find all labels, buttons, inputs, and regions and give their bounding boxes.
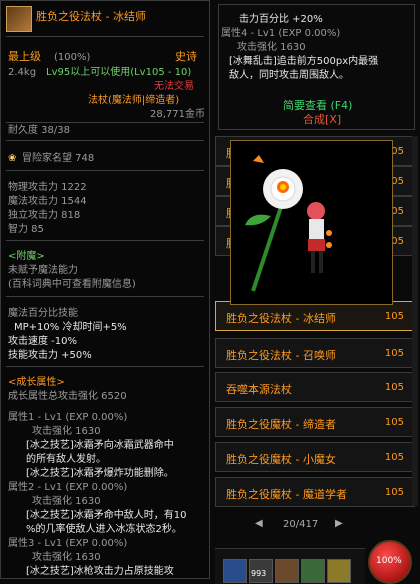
list-item[interactable]: 胜负之役法杖 - 召唤师 105 bbox=[215, 338, 415, 368]
weight: 2.4kg bbox=[8, 67, 37, 78]
growth-2-line: %的几率使敌人进入冰冻状态2秒。 bbox=[26, 524, 182, 535]
list-item[interactable]: 吞噬本源法杖 105 bbox=[215, 372, 415, 402]
skill-slot-icon[interactable] bbox=[301, 559, 325, 583]
list-item[interactable]: 胜负之役魔杖 - 缔造者 105 bbox=[215, 407, 415, 437]
prev-page-button[interactable]: ◀ bbox=[255, 518, 263, 529]
compare-line: 敌人，同时攻击周围敌人。 bbox=[229, 70, 349, 81]
usable-level: Lv95以上可以使用(Lv105 - 10) bbox=[46, 67, 192, 78]
durability: 耐久度 38/38 bbox=[8, 125, 70, 136]
growth-1-header: 属性1 - Lv1 (EXP 0.00%) bbox=[8, 412, 128, 423]
hp-percent: 100% bbox=[376, 556, 402, 566]
stat-magic: 魔法攻击力 1544 bbox=[8, 196, 87, 207]
stat-independent: 独立攻击力 818 bbox=[8, 210, 81, 221]
page-indicator: 20/417 bbox=[283, 519, 319, 530]
slot-count: 993 bbox=[251, 569, 267, 578]
growth-3-attack: 攻击强化 1630 bbox=[32, 552, 101, 563]
item-preview bbox=[230, 140, 393, 305]
skill-slot-icon[interactable] bbox=[327, 559, 351, 583]
compare-tooltip: 击力百分比 +20% 属性4 - Lv1 (EXP 0.00%) 攻击强化 16… bbox=[218, 4, 415, 130]
item-icon bbox=[6, 6, 32, 32]
item-title: 胜负之役法杖 - 冰结师 bbox=[36, 10, 146, 23]
growth-1-attack: 攻击强化 1630 bbox=[32, 426, 101, 437]
enchant-header: <附魔> bbox=[8, 251, 45, 262]
pager: ◀ 20/417 ▶ bbox=[215, 512, 415, 538]
growth-total: 成长属性总攻击强化 6520 bbox=[8, 391, 127, 402]
growth-3-line: [冰之技艺]冰枪攻击力占原技能攻 bbox=[26, 566, 174, 577]
skill-slot-icon[interactable] bbox=[275, 559, 299, 583]
growth-3-header: 属性3 - Lv1 (EXP 0.00%) bbox=[8, 538, 128, 549]
weapon-type: 法杖(魔法师|缔造者) bbox=[88, 95, 180, 106]
growth-1-line: [冰之技艺]冰霜矛爆炸功能删除。 bbox=[26, 468, 174, 479]
skill-line: MP+10% 冷却时间+5% bbox=[14, 322, 127, 333]
growth-header: <成长属性> bbox=[8, 377, 65, 388]
compare-line: 击力百分比 +20% bbox=[239, 14, 323, 25]
attack-speed: 攻击速度 -10% bbox=[8, 336, 78, 347]
skill-title: 魔法百分比技能 bbox=[8, 308, 78, 319]
compare-line: [冰舞乱击]追击前方500px内最强 bbox=[229, 56, 379, 67]
compare-line: 属性4 - Lv1 (EXP 0.00%) bbox=[221, 28, 341, 39]
adventure-fame: 冒险家名望 748 bbox=[22, 153, 95, 164]
level-grade: 最上级 bbox=[8, 50, 41, 63]
item-tooltip: 胜负之役法杖 - 冰结师 最上级 (100%) 史诗 2.4kg Lv95以上可… bbox=[0, 0, 210, 579]
synthesis-button[interactable]: 合成[X] bbox=[303, 111, 341, 127]
skill-slot-icon[interactable] bbox=[223, 559, 247, 583]
stat-physical: 物理攻击力 1222 bbox=[8, 182, 87, 193]
level-percent: (100%) bbox=[54, 52, 91, 63]
list-item[interactable]: 胜负之役魔杖 - 魔道学者 105 bbox=[215, 477, 415, 507]
growth-2-line: [冰之技艺]冰霜矛命中敌人时，有10 bbox=[26, 510, 187, 521]
list-item[interactable]: 胜负之役魔杖 - 小魔女 105 bbox=[215, 442, 415, 472]
fame-icon: ❀ bbox=[8, 153, 17, 164]
enchant-none: 未赋予魔法能力 bbox=[8, 265, 78, 276]
enchant-hint: (百科词典中可查看附魔信息) bbox=[8, 279, 136, 290]
growth-2-attack: 攻击强化 1630 bbox=[32, 496, 101, 507]
no-trade: 无法交易 bbox=[154, 81, 194, 92]
hotbar: 993 bbox=[215, 548, 365, 584]
growth-2-header: 属性2 - Lv1 (EXP 0.00%) bbox=[8, 482, 128, 493]
rarity-label: 史诗 bbox=[175, 50, 197, 63]
growth-1-line: 的所有敌人发射。 bbox=[26, 454, 106, 465]
list-scrollbar[interactable] bbox=[412, 136, 418, 506]
stat-int: 智力 85 bbox=[8, 224, 44, 235]
skill-attack: 技能攻击力 +50% bbox=[8, 350, 92, 361]
preview-art bbox=[245, 155, 332, 292]
next-page-button[interactable]: ▶ bbox=[335, 518, 343, 529]
hp-orb: 100% bbox=[368, 540, 412, 584]
gold-price: 28,771金币 bbox=[150, 109, 205, 120]
compare-line: 攻击强化 1630 bbox=[237, 42, 306, 53]
growth-1-line: [冰之技艺]冰霜矛向冰霜武器命中 bbox=[26, 440, 174, 451]
